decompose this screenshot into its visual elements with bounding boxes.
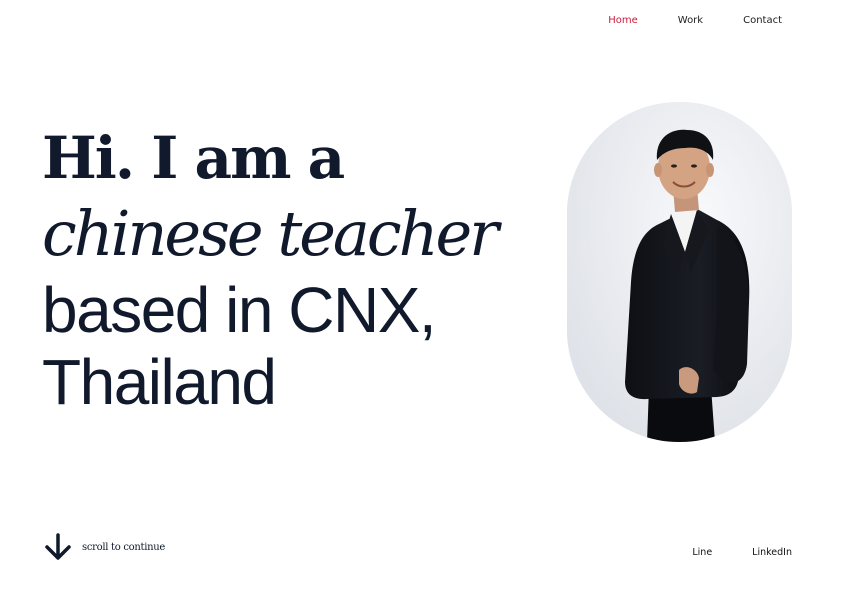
hero-greeting: Hi. I am a	[42, 124, 345, 192]
scroll-to-continue[interactable]: scroll to continue	[44, 533, 165, 561]
hero-profession: chinese teacher	[42, 197, 499, 270]
hero-country: Thailand	[42, 346, 277, 418]
linkedin-link[interactable]: LinkedIn	[752, 547, 792, 558]
scroll-label: scroll to continue	[82, 541, 166, 553]
portrait-photo	[567, 102, 792, 442]
top-nav: Home Work Contact	[608, 15, 782, 26]
person-portrait-icon	[567, 102, 792, 442]
social-links: Line LinkedIn	[692, 547, 792, 558]
arrow-down-icon	[45, 533, 71, 560]
nav-contact-link[interactable]: Contact	[743, 15, 782, 26]
nav-home-link[interactable]: Home	[608, 15, 638, 26]
hero-heading: Hi. I am a chinese teacher based in CNX,…	[42, 122, 499, 418]
line-link[interactable]: Line	[692, 547, 712, 558]
hero-location: based in CNX,	[42, 274, 437, 346]
nav-work-link[interactable]: Work	[678, 15, 703, 26]
